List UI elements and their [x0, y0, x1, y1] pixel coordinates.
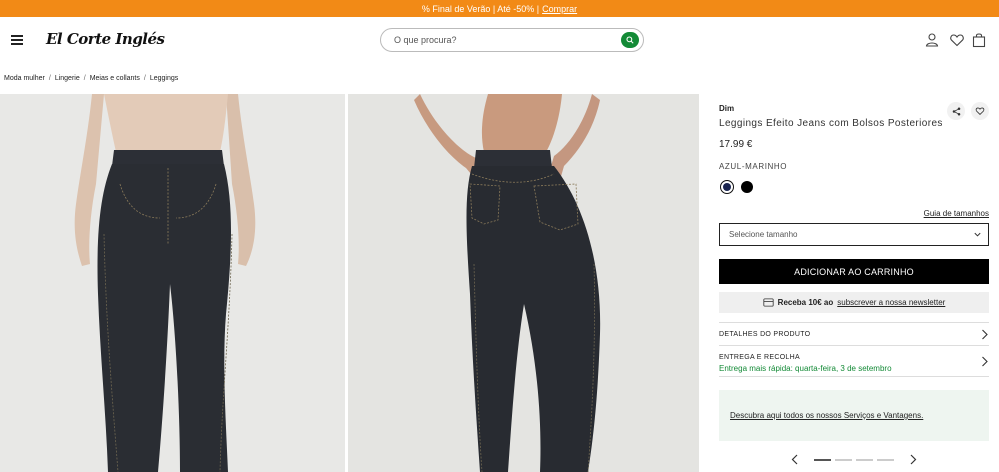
delivery-label: ENTREGA E RECOLHA	[719, 354, 800, 361]
product-details-row[interactable]: DETALHES DO PRODUTO	[719, 322, 989, 345]
delivery-estimate: Entrega mais rápida: quarta-feira, 3 de …	[719, 364, 892, 373]
promo-text: % Final de Verão | Até -50% |	[421, 3, 540, 14]
site-header: El Corte Inglés	[0, 17, 999, 65]
product-details-label: DETALHES DO PRODUTO	[719, 331, 811, 338]
breadcrumb: Moda mulher / Lingerie / Meias e collants /…	[4, 75, 179, 82]
breadcrumb-item[interactable]: Lingerie	[55, 75, 80, 82]
product-image-front[interactable]	[0, 94, 345, 472]
chevron-left-icon[interactable]	[791, 454, 799, 465]
color-swatch-black[interactable]	[741, 181, 753, 193]
services-link[interactable]: Descubra aqui todos os nossos Serviços e…	[730, 411, 923, 420]
chevron-right-icon[interactable]	[909, 454, 917, 465]
color-swatch-navy[interactable]	[720, 180, 734, 194]
share-button[interactable]	[947, 102, 965, 120]
size-select-placeholder: Selecione tamanho	[729, 230, 798, 239]
selected-color-name: AZUL-MARINHO	[719, 162, 788, 171]
wishlist-heart-icon[interactable]	[949, 32, 965, 48]
favorite-button[interactable]	[971, 102, 989, 120]
add-to-cart-button[interactable]: ADICIONAR AO CARRINHO	[719, 259, 989, 284]
search-icon	[626, 36, 634, 44]
breadcrumb-item[interactable]: Meias e collants	[90, 75, 140, 82]
pager-dot[interactable]	[856, 459, 873, 461]
promo-bar: % Final de Verão | Até -50% | Comprar	[0, 0, 999, 17]
search-input[interactable]	[394, 35, 604, 45]
product-image-back[interactable]	[348, 94, 699, 472]
pager-dot[interactable]	[835, 459, 852, 461]
promo-link[interactable]: Comprar	[542, 4, 577, 14]
product-title: Leggings Efeito Jeans com Bolsos Posteri…	[719, 118, 943, 129]
pager-dot[interactable]	[814, 459, 831, 461]
delivery-row[interactable]: ENTREGA E RECOLHA Entrega mais rápida: q…	[719, 345, 989, 377]
newsletter-link[interactable]: subscrever a nossa newsletter	[837, 298, 945, 307]
share-icon	[952, 107, 960, 115]
user-account-icon[interactable]	[924, 32, 940, 48]
heart-icon	[975, 107, 985, 116]
chevron-down-icon	[974, 232, 981, 237]
site-logo[interactable]: El Corte Inglés	[46, 30, 165, 48]
pager-dot[interactable]	[877, 459, 894, 461]
services-banner: Descubra aqui todos os nossos Serviços e…	[719, 390, 989, 441]
carousel-pager	[791, 452, 921, 466]
newsletter-text: Receba 10€ ao	[777, 298, 834, 307]
hamburger-menu-icon[interactable]	[11, 35, 23, 45]
breadcrumb-item[interactable]: Leggings	[150, 75, 178, 82]
size-guide-link[interactable]: Guia de tamanhos	[924, 209, 989, 218]
search-bar	[380, 28, 644, 52]
product-brand[interactable]: Dim	[719, 104, 734, 113]
product-price: 17.99 €	[719, 139, 753, 150]
size-select[interactable]: Selecione tamanho	[719, 223, 989, 246]
chevron-right-icon	[982, 356, 988, 367]
gift-card-icon	[763, 298, 774, 307]
newsletter-banner: Receba 10€ ao subscrever a nossa newslet…	[719, 292, 989, 313]
breadcrumb-item[interactable]: Moda mulher	[4, 75, 45, 82]
search-button[interactable]	[621, 32, 639, 48]
chevron-right-icon	[982, 329, 988, 340]
shopping-bag-icon[interactable]	[971, 32, 987, 48]
